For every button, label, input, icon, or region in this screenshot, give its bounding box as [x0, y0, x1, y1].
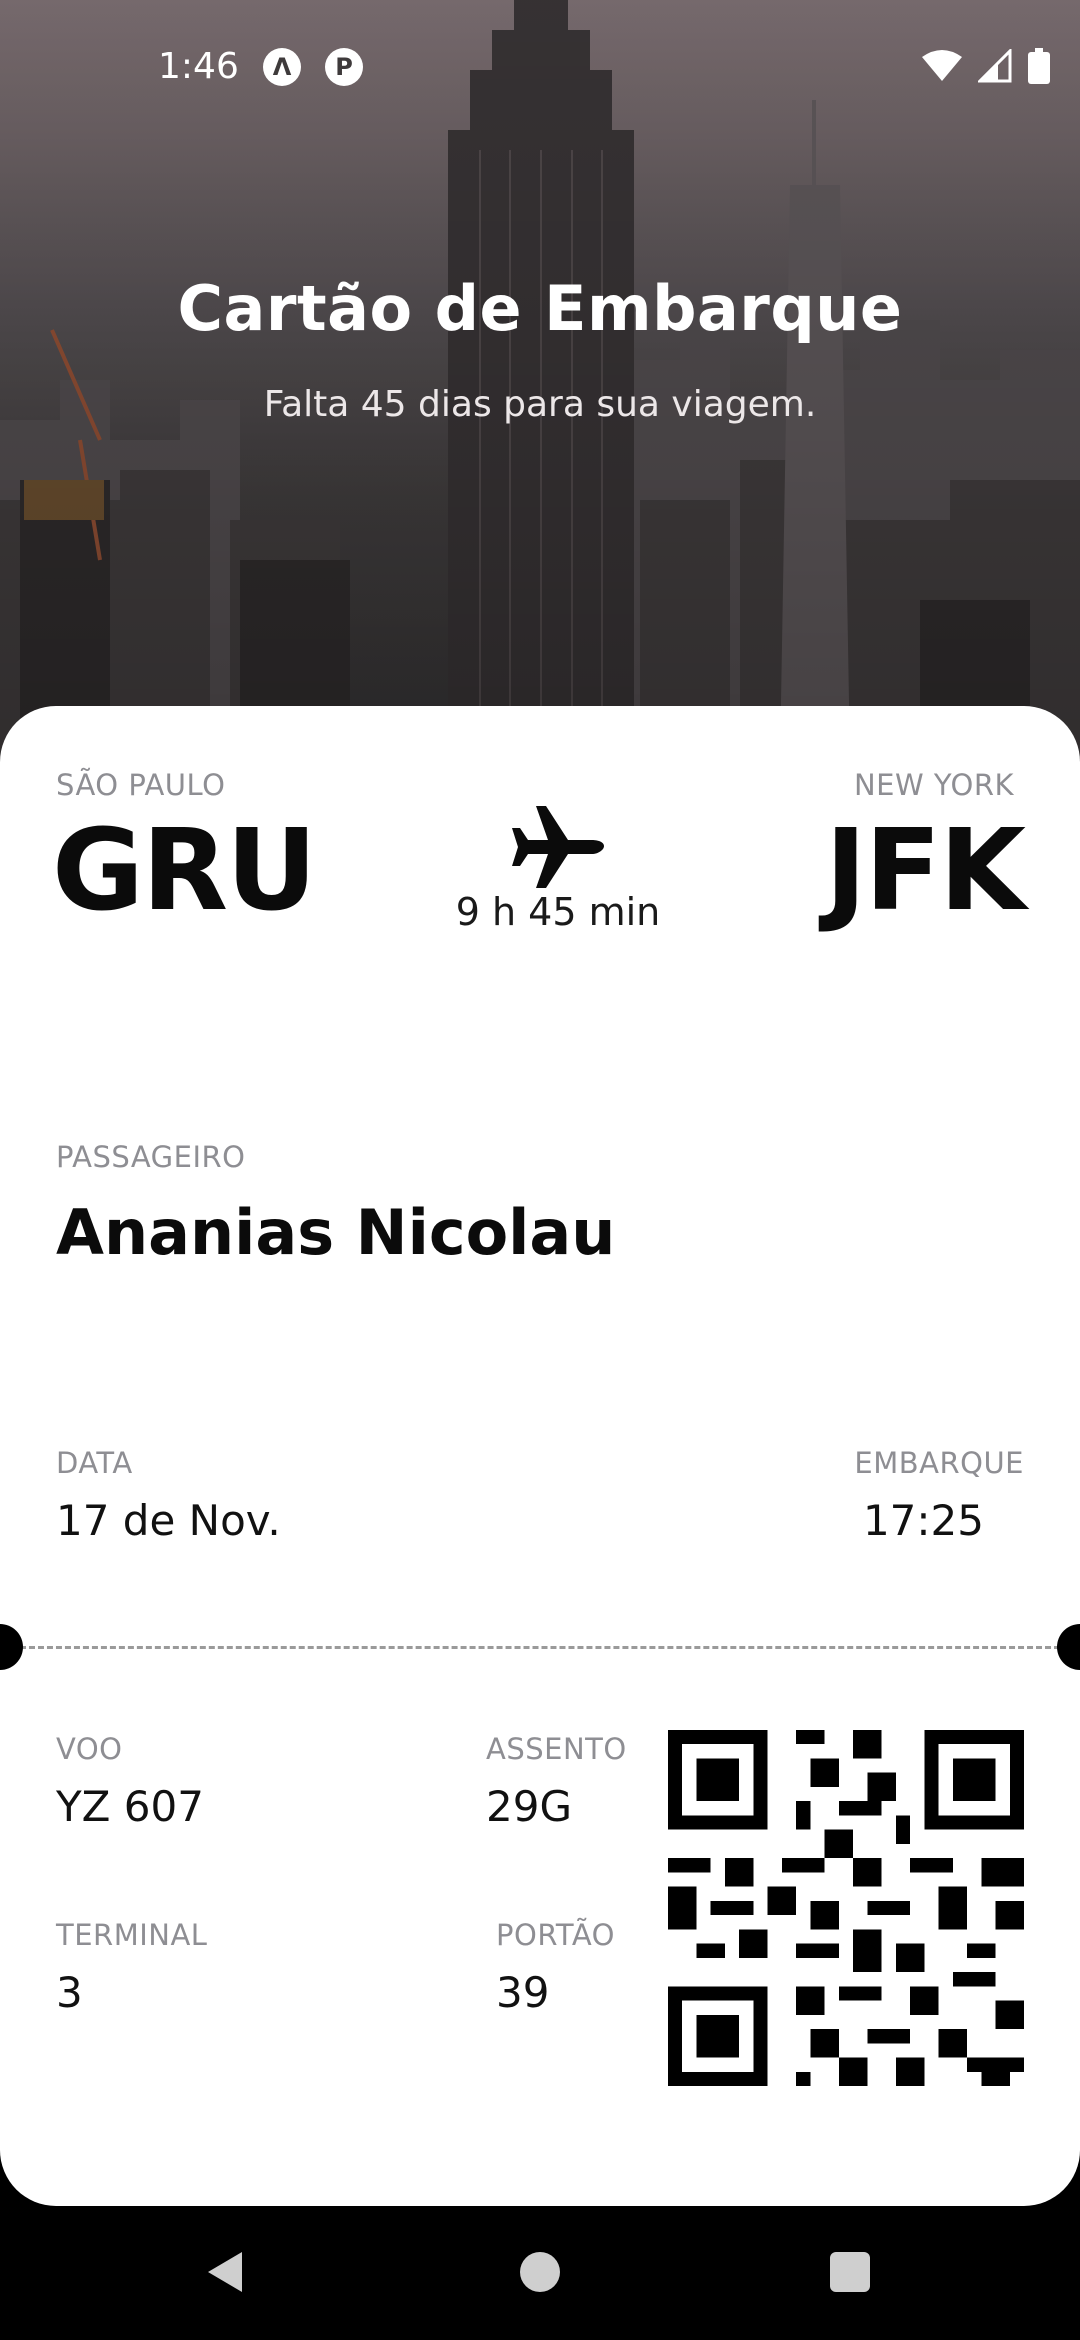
ticket-notch-right [1057, 1624, 1080, 1670]
boarding-label: EMBARQUE [854, 1446, 1024, 1480]
origin-city: SÃO PAULO [56, 768, 226, 802]
ticket-divider [20, 1646, 1060, 1649]
destination-city: NEW YORK [853, 768, 1014, 802]
terminal-number: 3 [56, 1968, 83, 2017]
system-navigation-bar [0, 2206, 1080, 2340]
terminal-label: TERMINAL [56, 1918, 208, 1952]
flight-number: YZ 607 [56, 1782, 204, 1831]
home-icon[interactable] [520, 2252, 560, 2292]
flight-duration: 9 h 45 min [455, 890, 661, 934]
date-label: DATA [56, 1446, 133, 1480]
origin-code: GRU [52, 806, 317, 936]
airplane-icon [512, 806, 604, 888]
wifi-icon [922, 50, 962, 81]
status-icons [922, 48, 1050, 84]
back-icon[interactable] [204, 2250, 246, 2294]
passenger-label: PASSAGEIRO [56, 1140, 246, 1174]
status-app-icon: Λ [263, 48, 301, 86]
trip-countdown: Falta 45 dias para sua viagem. [263, 384, 817, 425]
date-value: 17 de Nov. [56, 1496, 281, 1545]
cell-signal-icon [978, 49, 1012, 83]
battery-icon [1028, 48, 1050, 84]
status-app-icon: P [325, 48, 363, 86]
seat-number: 29G [486, 1782, 572, 1831]
flight-label: VOO [56, 1732, 123, 1766]
ticket-notch-left [0, 1624, 23, 1670]
boarding-pass-card: SÃO PAULO GRU 9 h 45 min NEW YORK JFK PA… [0, 706, 1080, 2206]
status-time: 1:46 [158, 46, 239, 87]
gate-label: PORTÃO [496, 1918, 615, 1952]
destination-code: JFK [825, 806, 1026, 936]
page-title: Cartão de Embarque [177, 272, 903, 345]
seat-label: ASSENTO [486, 1732, 627, 1766]
status-bar: 1:46 Λ P [0, 0, 1080, 130]
recents-icon[interactable] [830, 2252, 870, 2292]
boarding-time: 17:25 [862, 1496, 984, 1545]
gate-number: 39 [496, 1968, 550, 2017]
passenger-name: Ananias Nicolau [56, 1196, 616, 1269]
qr-code [668, 1730, 1024, 2086]
